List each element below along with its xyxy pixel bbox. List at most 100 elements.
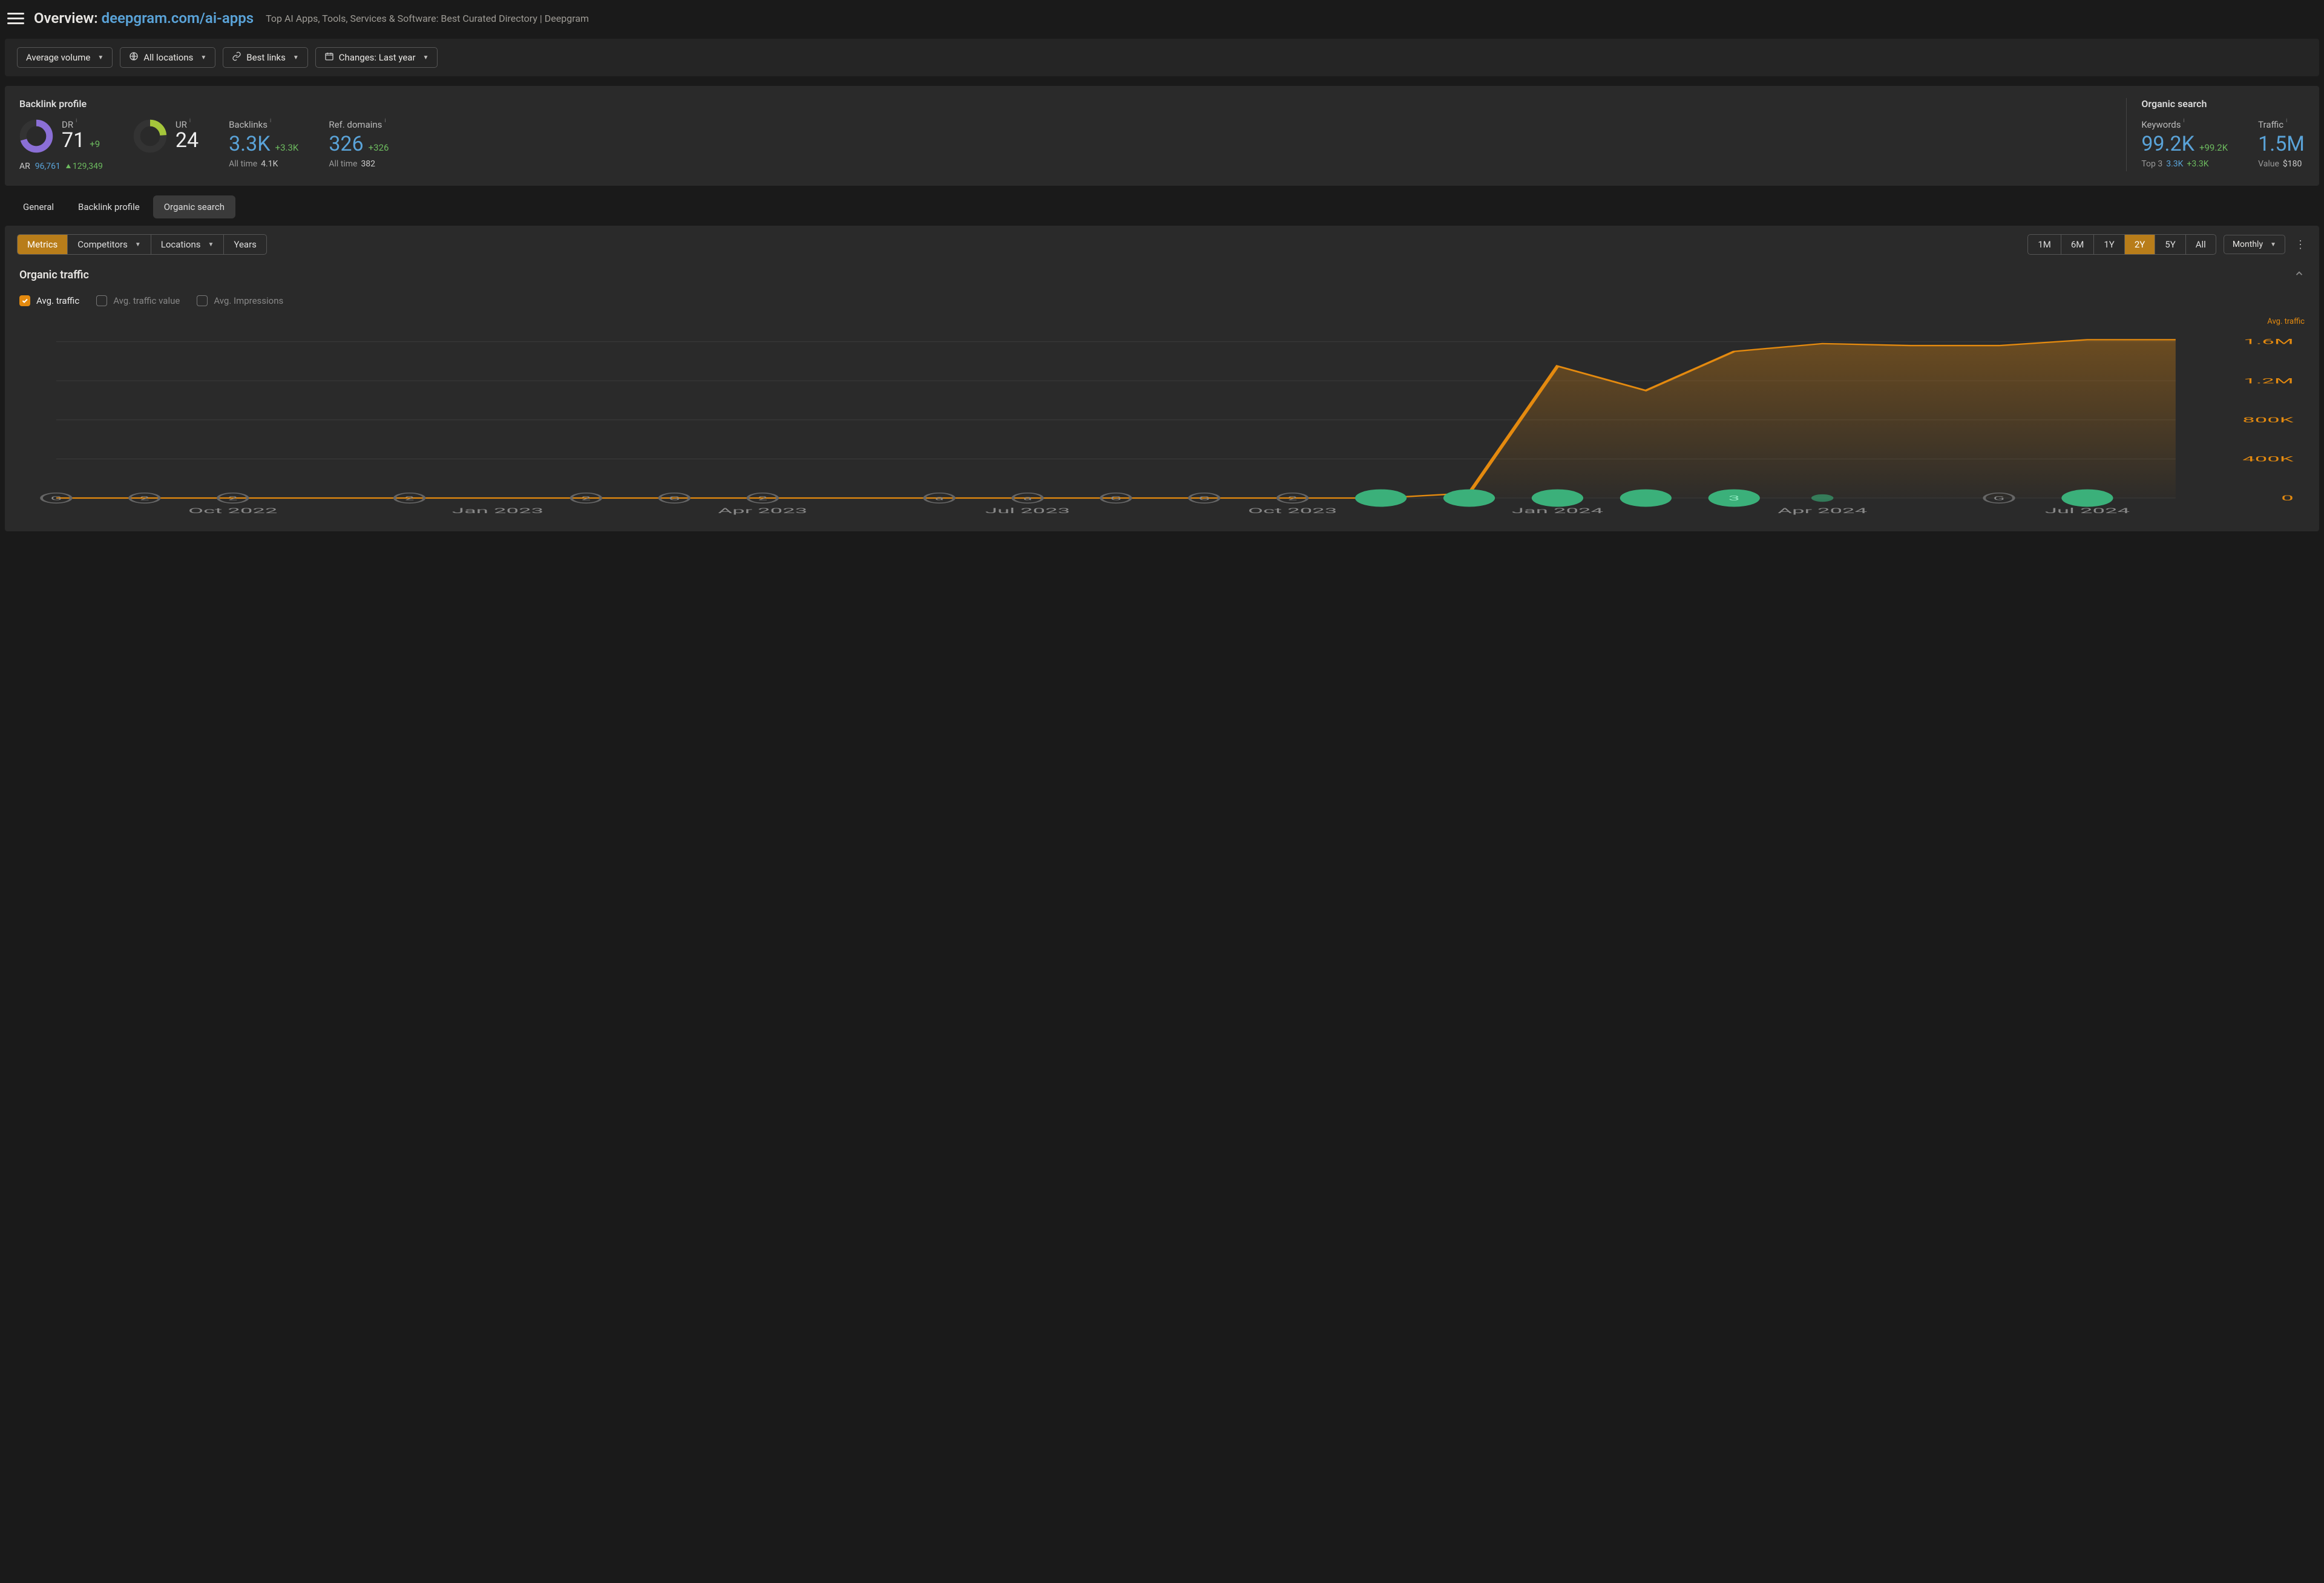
seg-metrics[interactable]: Metrics bbox=[18, 235, 68, 254]
svg-text:Oct 2022: Oct 2022 bbox=[188, 506, 277, 515]
svg-text:1.6M: 1.6M bbox=[2244, 337, 2294, 346]
keywords-delta: +99.2K bbox=[2199, 142, 2228, 153]
range-5y[interactable]: 5Y bbox=[2155, 235, 2185, 254]
page-title: Overview: deepgram.com/ai-apps bbox=[34, 10, 254, 27]
svg-text:Jan 2023: Jan 2023 bbox=[452, 506, 543, 515]
range-6m[interactable]: 6M bbox=[2061, 235, 2095, 254]
svg-text:a: a bbox=[1023, 495, 1032, 502]
filter-changes[interactable]: Changes: Last year▼ bbox=[315, 47, 438, 68]
backlinks-value[interactable]: 3.3K bbox=[229, 132, 271, 156]
chevron-down-icon: ▼ bbox=[293, 54, 299, 61]
svg-text:2: 2 bbox=[758, 495, 767, 502]
check-avg-value[interactable]: Avg. traffic value bbox=[96, 295, 180, 306]
ur-value: 24 bbox=[176, 128, 199, 152]
range-all[interactable]: All bbox=[2186, 235, 2216, 254]
filter-bar: Average volume▼ All locations▼ Best link… bbox=[5, 39, 2319, 76]
svg-text:Apr 2023: Apr 2023 bbox=[718, 506, 807, 515]
svg-text:2: 2 bbox=[140, 495, 149, 502]
svg-text:G: G bbox=[1111, 495, 1122, 502]
svg-text:0: 0 bbox=[2281, 494, 2294, 503]
refdomains-label: Ref. domainsi bbox=[329, 119, 389, 130]
traffic-value-row: Value$180 bbox=[2258, 159, 2305, 169]
range-1y[interactable]: 1Y bbox=[2094, 235, 2124, 254]
check-avg-traffic[interactable]: Avg. traffic bbox=[19, 295, 79, 306]
checkbox-icon bbox=[197, 295, 208, 306]
seg-years[interactable]: Years bbox=[224, 235, 266, 254]
chevron-down-icon: ▼ bbox=[2270, 241, 2276, 248]
ar-delta: 129,349 bbox=[65, 162, 103, 171]
menu-icon[interactable] bbox=[7, 11, 24, 25]
range-1m[interactable]: 1M bbox=[2028, 235, 2061, 254]
keywords-label: Keywordsi bbox=[2141, 119, 2228, 130]
svg-text:2: 2 bbox=[405, 495, 414, 502]
backlinks-delta: +3.3K bbox=[275, 142, 299, 153]
chart-ylabel: Avg. traffic bbox=[2267, 317, 2305, 326]
dr-delta: +9 bbox=[90, 139, 100, 149]
svg-text:Oct 2023: Oct 2023 bbox=[1248, 506, 1337, 515]
tab-general[interactable]: General bbox=[12, 195, 65, 218]
seg-competitors[interactable]: Competitors▼ bbox=[68, 235, 151, 254]
chevron-down-icon: ▼ bbox=[135, 241, 141, 248]
backlinks-alltime: All time4.1K bbox=[229, 159, 298, 169]
filter-links[interactable]: Best links▼ bbox=[223, 47, 308, 68]
refdomains-alltime: All time382 bbox=[329, 159, 389, 169]
info-icon[interactable]: i bbox=[189, 118, 191, 124]
range-segments: 1M 6M 1Y 2Y 5Y All bbox=[2027, 234, 2216, 255]
svg-text:a: a bbox=[935, 495, 944, 502]
svg-text:Jul 2024: Jul 2024 bbox=[2045, 506, 2130, 515]
svg-text:400K: 400K bbox=[2242, 454, 2294, 464]
svg-text:2: 2 bbox=[228, 495, 237, 502]
traffic-chart: Avg. traffic 0400K800K1.2M1.6MOct 2022Ja… bbox=[19, 323, 2305, 517]
svg-text:G: G bbox=[51, 495, 62, 502]
info-icon[interactable]: i bbox=[2183, 118, 2184, 124]
svg-text:Apr 2024: Apr 2024 bbox=[1777, 506, 1867, 515]
seg-locations[interactable]: Locations▼ bbox=[151, 235, 225, 254]
organic-panel: Metrics Competitors▼ Locations▼ Years 1M… bbox=[5, 226, 2319, 531]
info-icon[interactable]: i bbox=[76, 118, 77, 124]
filter-locations[interactable]: All locations▼ bbox=[120, 47, 215, 68]
svg-text:Jul 2023: Jul 2023 bbox=[985, 506, 1070, 515]
svg-text:800K: 800K bbox=[2242, 416, 2294, 425]
dr-value: 71 bbox=[62, 128, 85, 152]
traffic-value[interactable]: 1.5M bbox=[2258, 132, 2305, 156]
check-avg-impressions[interactable]: Avg. Impressions bbox=[197, 295, 283, 306]
section-organic-title: Organic search bbox=[2141, 98, 2305, 110]
content-tabs: General Backlink profile Organic search bbox=[0, 186, 2324, 218]
traffic-label: Traffici bbox=[2258, 119, 2305, 130]
svg-text:2: 2 bbox=[582, 495, 591, 502]
chevron-down-icon: ▼ bbox=[423, 54, 429, 61]
kebab-icon[interactable]: ⋮ bbox=[2295, 238, 2307, 251]
keywords-value[interactable]: 99.2K bbox=[2141, 132, 2194, 156]
info-icon[interactable]: i bbox=[384, 118, 386, 124]
checkbox-icon bbox=[96, 295, 107, 306]
svg-text:G: G bbox=[669, 495, 680, 502]
svg-text:1.2M: 1.2M bbox=[2244, 376, 2294, 385]
chevron-down-icon: ▼ bbox=[200, 54, 206, 61]
tab-organic[interactable]: Organic search bbox=[153, 195, 235, 218]
refdomains-value[interactable]: 326 bbox=[329, 132, 363, 156]
info-icon[interactable]: i bbox=[270, 118, 271, 124]
ur-donut-icon bbox=[133, 119, 167, 153]
link-icon bbox=[232, 51, 241, 64]
granularity-select[interactable]: Monthly▼ bbox=[2224, 235, 2285, 254]
metrics-cards: Backlink profile DRi 71+9 AR 96,761 bbox=[5, 86, 2319, 186]
info-icon[interactable]: i bbox=[2286, 118, 2287, 124]
collapse-icon[interactable] bbox=[2294, 268, 2305, 282]
svg-text:G: G bbox=[1198, 495, 1210, 502]
title-prefix: Overview: bbox=[34, 10, 98, 27]
backlinks-label: Backlinksi bbox=[229, 119, 298, 130]
filter-volume[interactable]: Average volume▼ bbox=[17, 47, 113, 68]
page-subtitle: Top AI Apps, Tools, Services & Software:… bbox=[266, 13, 589, 24]
divider bbox=[2126, 98, 2127, 171]
ar-value[interactable]: 96,761 bbox=[35, 162, 61, 171]
checkbox-icon bbox=[19, 295, 30, 306]
tab-backlink[interactable]: Backlink profile bbox=[67, 195, 151, 218]
title-url[interactable]: deepgram.com/ai-apps bbox=[102, 10, 254, 27]
range-2y[interactable]: 2Y bbox=[2125, 235, 2155, 254]
refdomains-delta: +326 bbox=[369, 142, 389, 153]
dr-donut-icon bbox=[19, 119, 53, 153]
ar-row: AR 96,761 129,349 bbox=[19, 162, 103, 171]
panel-title: Organic traffic bbox=[19, 269, 89, 281]
svg-text:Jan 2024: Jan 2024 bbox=[1512, 506, 1603, 515]
svg-text:3: 3 bbox=[1728, 494, 1740, 502]
